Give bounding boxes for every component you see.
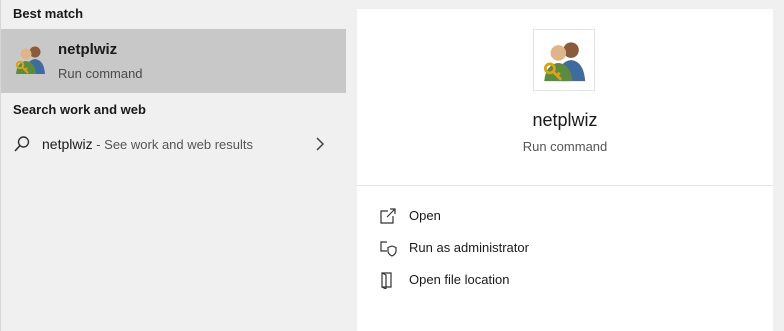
app-subtitle: Run command [522, 139, 608, 154]
detail-pane: netplwiz Run command Open Run as adminis… [357, 9, 773, 331]
file-location-icon [379, 271, 397, 290]
best-match-name: netplwiz [58, 41, 118, 58]
divider [357, 185, 773, 186]
app-title: netplwiz [532, 110, 598, 130]
best-match-subtitle: Run command [58, 66, 143, 81]
run-as-admin-icon [379, 239, 397, 257]
best-match-item[interactable]: netplwiz Run command [1, 29, 346, 93]
web-search-query: netplwiz [42, 136, 93, 152]
best-match-heading: Best match [13, 6, 84, 21]
user-accounts-icon [13, 42, 47, 76]
web-search-text: netplwiz - See work and web results [42, 136, 253, 152]
run-as-admin-action[interactable]: Run as administrator [357, 234, 773, 262]
user-accounts-large-icon [543, 42, 586, 82]
search-results-pane: Best match netplwiz Run command Search w… [0, 0, 346, 331]
run-as-admin-label: Run as administrator [409, 240, 529, 255]
open-action[interactable]: Open [357, 202, 773, 230]
web-search-heading: Search work and web [13, 102, 146, 117]
web-search-item[interactable]: netplwiz - See work and web results [1, 124, 346, 164]
open-file-location-action[interactable]: Open file location [357, 266, 773, 294]
open-icon [379, 207, 397, 225]
open-label: Open [409, 208, 441, 223]
app-icon-frame [533, 29, 595, 91]
chevron-right-icon[interactable] [314, 136, 326, 152]
search-icon [13, 135, 31, 153]
open-file-location-label: Open file location [409, 272, 510, 287]
web-search-suffix: - See work and web results [92, 137, 253, 152]
